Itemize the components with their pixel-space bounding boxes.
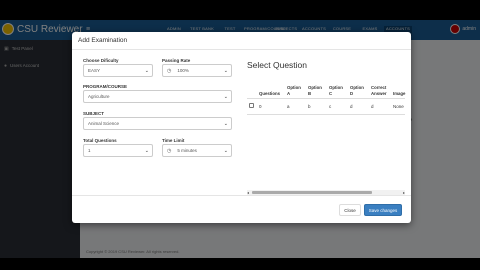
column-header: Correct Answer <box>369 76 391 99</box>
option-a-cell: a <box>285 98 306 115</box>
chevron-down-icon: ⌄ <box>223 121 228 127</box>
question-table: Questions Option A Option B Option C Opt… <box>247 76 405 115</box>
chevron-down-icon: ⌄ <box>223 94 228 100</box>
chevron-down-icon: ⌄ <box>144 68 149 74</box>
image-cell: None <box>391 98 405 115</box>
option-b-cell: b <box>306 98 327 115</box>
option-d-cell: d <box>348 98 369 115</box>
difficulty-select[interactable]: EASY ⌄ <box>83 64 153 77</box>
passing-rate-value: 100% <box>177 68 189 73</box>
time-limit-field: Time Limit ◷ 5 minutes ⌄ <box>162 138 232 157</box>
clock-icon: ◷ <box>167 67 172 74</box>
app-window: CSU Reviewer ≡ ADMIN TEST BANK TEST ASSE… <box>0 20 480 258</box>
column-header: Option D <box>348 76 369 99</box>
row-select-cell <box>247 98 257 115</box>
program-select[interactable]: Agriculture ⌄ <box>83 90 232 103</box>
question-cell: 0 <box>257 98 285 115</box>
close-button[interactable]: Close <box>339 204 361 216</box>
program-field: PROGRAM/COURSE Agriculture ⌄ <box>83 84 232 103</box>
column-header: Image <box>391 76 405 99</box>
difficulty-value: EASY <box>88 68 101 73</box>
total-questions-select[interactable]: 1 ⌄ <box>83 144 153 157</box>
total-questions-field: Total Questions 1 ⌄ <box>83 138 153 157</box>
table-header-row: Questions Option A Option B Option C Opt… <box>247 76 405 99</box>
table-row[interactable]: 0 a b c d d None <box>247 98 405 115</box>
column-header: Questions <box>257 76 285 99</box>
column-header: Option B <box>306 76 327 99</box>
time-limit-select[interactable]: ◷ 5 minutes ⌄ <box>162 144 232 157</box>
column-header: Option C <box>327 76 348 99</box>
chevron-down-icon: ⌄ <box>223 148 228 154</box>
modal-title: Add Examination <box>78 37 128 44</box>
clock-icon: ◷ <box>167 147 172 154</box>
option-c-cell: c <box>327 98 348 115</box>
subject-select[interactable]: Animal Science ⌄ <box>83 117 232 130</box>
subject-field: SUBJECT Animal Science ⌄ <box>83 111 232 130</box>
passing-rate-field: Passing Rate ◷ 100% ⌄ <box>162 58 232 77</box>
modal-body: Choose Dificulty EASY ⌄ Passing Rate ◷ 1… <box>72 50 411 195</box>
select-question-panel: Select Question Questions Option A Optio… <box>247 60 405 195</box>
add-examination-modal: Add Examination Choose Dificulty EASY ⌄ … <box>72 32 411 223</box>
passing-rate-select[interactable]: ◷ 100% ⌄ <box>162 64 232 77</box>
subject-value: Animal Science <box>88 121 120 126</box>
modal-footer: Close Save changes <box>72 195 411 223</box>
correct-answer-cell: d <box>369 98 391 115</box>
program-value: Agriculture <box>88 94 110 99</box>
column-header: Option A <box>285 76 306 99</box>
screen: CSU Reviewer ≡ ADMIN TEST BANK TEST ASSE… <box>0 0 480 270</box>
time-limit-value: 5 minutes <box>177 148 197 153</box>
column-header <box>247 76 257 99</box>
save-changes-button[interactable]: Save changes <box>364 204 402 216</box>
select-question-title: Select Question <box>247 60 308 70</box>
scrollbar-thumb[interactable] <box>252 191 372 194</box>
total-questions-value: 1 <box>88 148 91 153</box>
chevron-down-icon: ⌄ <box>144 148 149 154</box>
row-checkbox[interactable] <box>249 103 254 108</box>
difficulty-field: Choose Dificulty EASY ⌄ <box>83 58 153 77</box>
modal-header: Add Examination <box>72 32 411 50</box>
chevron-down-icon: ⌄ <box>223 68 228 74</box>
